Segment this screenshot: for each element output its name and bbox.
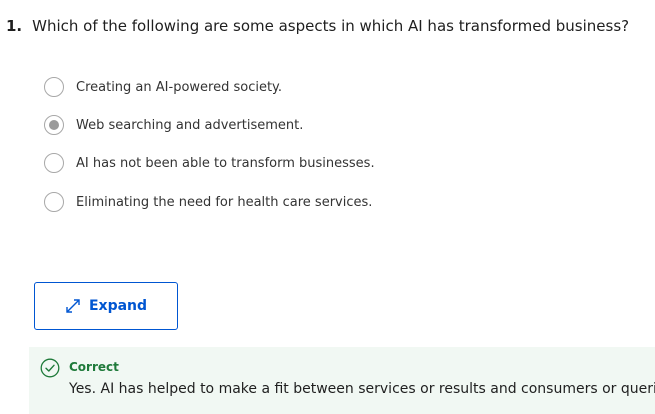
expand-button[interactable]: Expand xyxy=(34,282,178,330)
option-4-radio[interactable] xyxy=(44,192,64,212)
feedback-panel: Correct Yes. AI has helped to make a fit… xyxy=(29,347,655,414)
option-3-radio[interactable] xyxy=(44,153,64,173)
check-circle-icon xyxy=(40,358,60,378)
option-4-label: Eliminating the need for health care ser… xyxy=(76,194,373,210)
option-2-radio[interactable] xyxy=(44,115,64,135)
option-1-label: Creating an AI-powered society. xyxy=(76,79,283,95)
option-1[interactable]: Creating an AI-powered society. xyxy=(44,75,282,99)
option-3-label: AI has not been able to transform busine… xyxy=(76,155,375,171)
question-text: Which of the following are some aspects … xyxy=(32,17,630,35)
question: 1. Which of the following are some aspect… xyxy=(6,15,629,37)
question-number: 1. xyxy=(6,17,23,35)
option-2-label: Web searching and advertisement. xyxy=(76,117,304,133)
option-3[interactable]: AI has not been able to transform busine… xyxy=(44,151,375,175)
feedback-status: Correct xyxy=(69,360,119,374)
expand-arrows-icon xyxy=(66,299,80,313)
option-4[interactable]: Eliminating the need for health care ser… xyxy=(44,190,372,214)
feedback-text: Yes. AI has helped to make a fit between… xyxy=(69,381,655,397)
option-1-radio[interactable] xyxy=(44,77,64,97)
option-2[interactable]: Web searching and advertisement. xyxy=(44,113,303,137)
expand-button-label: Expand xyxy=(88,298,148,314)
